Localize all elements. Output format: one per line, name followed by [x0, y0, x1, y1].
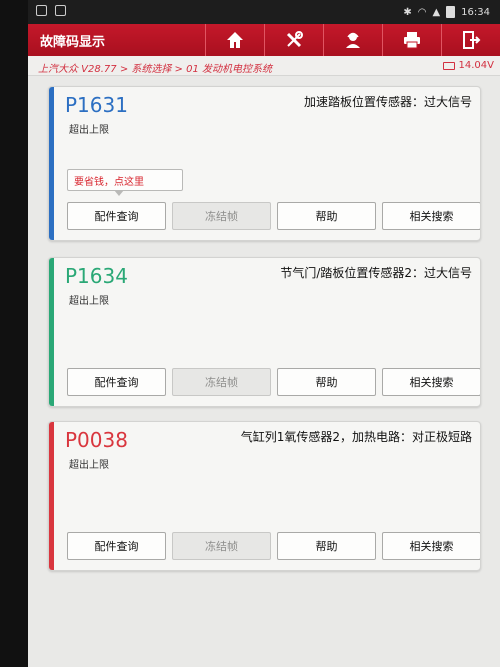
- tools-button[interactable]: [264, 24, 323, 56]
- dtc-code: P1634: [65, 264, 128, 288]
- dtc-status: 超出上限: [69, 460, 109, 471]
- support-person-icon: [346, 32, 360, 48]
- parts-query-button[interactable]: 配件查询: [67, 202, 166, 230]
- dtc-card-2: P1634 超出上限 节气门/踏板位置传感器2：过大信号 配件查询 冻结帧 帮助…: [48, 257, 481, 407]
- related-search-button[interactable]: 相关搜索: [382, 202, 480, 230]
- home-icon: [227, 32, 243, 48]
- dtc-code: P0038: [65, 428, 128, 452]
- page-title: 故障码显示: [40, 35, 106, 50]
- dtc-card-3: P0038 超出上限 气缸列1氧传感器2，加热电路：对正极短路 配件查询 冻结帧…: [48, 421, 481, 571]
- support-button[interactable]: [323, 24, 382, 56]
- card-actions: 配件查询 冻结帧 帮助 相关搜索: [67, 532, 480, 560]
- wrench-screwdriver-icon: [286, 31, 303, 48]
- header-toolbar: [205, 24, 500, 56]
- breadcrumb-bar: 上汽大众 V28.77 > 系统选择 > 01 发动机电控系统 14.04V: [28, 56, 500, 76]
- help-button[interactable]: 帮助: [277, 368, 376, 396]
- freeze-frame-button[interactable]: 冻结帧: [172, 202, 271, 230]
- dtc-description: 加速踏板位置传感器：过大信号: [303, 95, 472, 109]
- device-frame: ✱ ◠ ▲ 16:34 故障码显示 上汽大众 V28.77 > 系统选择 > 0…: [0, 0, 500, 667]
- help-button[interactable]: 帮助: [277, 202, 376, 230]
- card-stripe: [49, 87, 54, 240]
- app-window: 故障码显示 上汽大众 V28.77 > 系统选择 > 01 发动机电控系统 14…: [28, 24, 500, 667]
- dtc-card-1: P1631 超出上限 加速踏板位置传感器：过大信号 要省钱，点这里 配件查询 冻…: [48, 86, 481, 241]
- freeze-frame-button[interactable]: 冻结帧: [172, 368, 271, 396]
- card-actions: 配件查询 冻结帧 帮助 相关搜索: [67, 202, 480, 230]
- freeze-frame-button[interactable]: 冻结帧: [172, 532, 271, 560]
- bluetooth-icon: ✱: [403, 6, 412, 18]
- voltage-readout: 14.04V: [442, 60, 494, 71]
- wifi-icon: ◠: [417, 6, 427, 18]
- status-bar: ✱ ◠ ▲ 16:34: [28, 0, 500, 24]
- print-button[interactable]: [382, 24, 441, 56]
- notification-icon: [36, 5, 47, 16]
- car-battery-icon: [442, 61, 455, 70]
- dtc-code: P1631: [65, 93, 128, 117]
- related-search-button[interactable]: 相关搜索: [382, 532, 480, 560]
- dtc-description: 节气门/踏板位置传感器2：过大信号: [280, 266, 472, 280]
- card-stripe: [49, 422, 54, 570]
- printer-icon: [404, 32, 420, 49]
- usb-icon: [55, 5, 66, 16]
- exit-icon: [463, 31, 481, 49]
- status-time: 16:34: [461, 6, 490, 18]
- exit-button[interactable]: [441, 24, 500, 56]
- header-bar: 故障码显示: [28, 24, 500, 56]
- home-button[interactable]: [205, 24, 264, 56]
- voltage-value: 14.04V: [458, 60, 494, 71]
- signal-icon: ▲: [432, 6, 441, 18]
- card-actions: 配件查询 冻结帧 帮助 相关搜索: [67, 368, 480, 396]
- parts-query-button[interactable]: 配件查询: [67, 368, 166, 396]
- breadcrumb: 上汽大众 V28.77 > 系统选择 > 01 发动机电控系统: [38, 64, 273, 75]
- dtc-status: 超出上限: [69, 296, 109, 307]
- parts-query-button[interactable]: 配件查询: [67, 532, 166, 560]
- battery-icon: [446, 6, 456, 18]
- save-money-tip[interactable]: 要省钱，点这里: [67, 169, 183, 196]
- dtc-description: 气缸列1氧传感器2，加热电路：对正极短路: [240, 430, 472, 444]
- related-search-button[interactable]: 相关搜索: [382, 368, 480, 396]
- help-button[interactable]: 帮助: [277, 532, 376, 560]
- card-stripe: [49, 258, 54, 406]
- dtc-status: 超出上限: [69, 125, 109, 136]
